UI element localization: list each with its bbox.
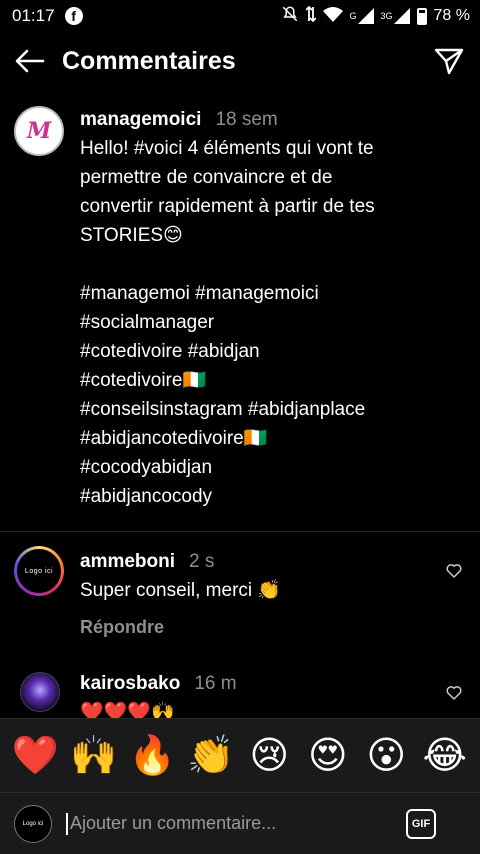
- status-time: 01:17: [12, 6, 55, 25]
- status-icons: G 3G 78 %: [281, 5, 470, 28]
- avatar-text: Logo ici: [24, 567, 54, 575]
- battery-icon: [416, 7, 427, 25]
- reply-button[interactable]: Répondre: [80, 613, 470, 642]
- network-type-label-2: 3G: [380, 10, 393, 21]
- caption-line: [80, 250, 470, 279]
- caption-timestamp: 18 sem: [215, 109, 278, 130]
- battery-level: 78 %: [433, 7, 470, 24]
- paper-plane-icon: [434, 48, 464, 75]
- comment-composer: Logo ici GIF: [0, 792, 480, 854]
- arrow-left-icon: [15, 49, 45, 73]
- caption-line: STORIES😊: [80, 225, 183, 246]
- avatar-text: Logo ici: [22, 820, 44, 827]
- emoji-raised-hands-button[interactable]: 🙌: [69, 737, 119, 775]
- heart-icon[interactable]: [446, 563, 462, 579]
- caption-line: #abidjancotedivoire🇨🇮: [80, 428, 268, 449]
- avatar[interactable]: Logo ici: [14, 546, 64, 596]
- emoji-fire-button[interactable]: 🔥: [127, 737, 177, 775]
- avatar[interactable]: [20, 672, 60, 712]
- back-button[interactable]: [0, 36, 60, 86]
- emoji-heart-eyes-button[interactable]: 😍: [303, 737, 353, 775]
- avatar[interactable]: M: [14, 106, 64, 156]
- app-header: Commentaires: [0, 36, 480, 86]
- comment-username[interactable]: kairosbako: [80, 673, 180, 694]
- emoji-crying-button[interactable]: 😢: [244, 737, 294, 775]
- caption-body: managemoici 18 sem Hello! #voici 4 élémen…: [80, 105, 470, 511]
- divider: [0, 531, 480, 532]
- caption-line: #abidjancocody: [80, 486, 213, 507]
- caption-line: #conseilsinstagram #abidjanplace: [80, 399, 366, 420]
- caption-line: #managemoi #managemoici: [80, 283, 319, 304]
- caption-username[interactable]: managemoici: [80, 109, 201, 130]
- emoji-quick-reactions: ❤️ 🙌 🔥 👏 😢 😍 😮 😂: [0, 718, 480, 792]
- emoji-clap-button[interactable]: 👏: [186, 737, 236, 775]
- gif-button[interactable]: GIF: [406, 808, 436, 839]
- page-title: Commentaires: [62, 46, 236, 75]
- caption-line: #cotedivoire #abidjan: [80, 341, 260, 362]
- share-button[interactable]: [434, 46, 464, 76]
- network-type-label: G: [349, 10, 357, 21]
- comment-username[interactable]: ammeboni: [80, 551, 175, 572]
- caption-line: permettre de convaincre et de: [80, 167, 333, 188]
- signal-icon-2: [393, 8, 410, 24]
- text-cursor: [66, 812, 68, 835]
- comment-timestamp: 2 s: [189, 551, 215, 572]
- emoji-laughing-button[interactable]: 😂: [420, 737, 470, 775]
- heart-icon[interactable]: [446, 685, 462, 701]
- data-arrows-icon: [304, 5, 317, 28]
- caption-line: Hello! #voici 4 éléments qui vont te: [80, 138, 374, 159]
- emoji-surprised-button[interactable]: 😮: [361, 737, 411, 775]
- caption-line: #socialmanager: [80, 312, 215, 333]
- comment-text: Super conseil, merci 👏: [80, 580, 282, 601]
- facebook-notification-icon: f: [64, 7, 83, 25]
- wifi-icon: [322, 6, 343, 27]
- brand-logo-icon: M: [26, 118, 52, 144]
- caption-line: #cocodyabidjan: [80, 457, 213, 478]
- comment-input[interactable]: [70, 813, 390, 834]
- caption-text: Hello! #voici 4 éléments qui vont te perm…: [80, 134, 470, 511]
- caption-line: convertir rapidement à partir de tes: [80, 196, 375, 217]
- avatar: Logo ici: [14, 804, 52, 843]
- mute-icon: [281, 5, 299, 28]
- emoji-heart-button[interactable]: ❤️: [10, 737, 60, 775]
- status-bar: 01:17 f G 3G 78 %: [0, 0, 480, 32]
- comment-timestamp: 16 m: [194, 673, 237, 694]
- comment-body: ammeboni 2 s Super conseil, merci 👏 Répon…: [80, 547, 470, 642]
- signal-icon: [357, 8, 374, 24]
- caption-line: #cotedivoire🇨🇮: [80, 370, 207, 391]
